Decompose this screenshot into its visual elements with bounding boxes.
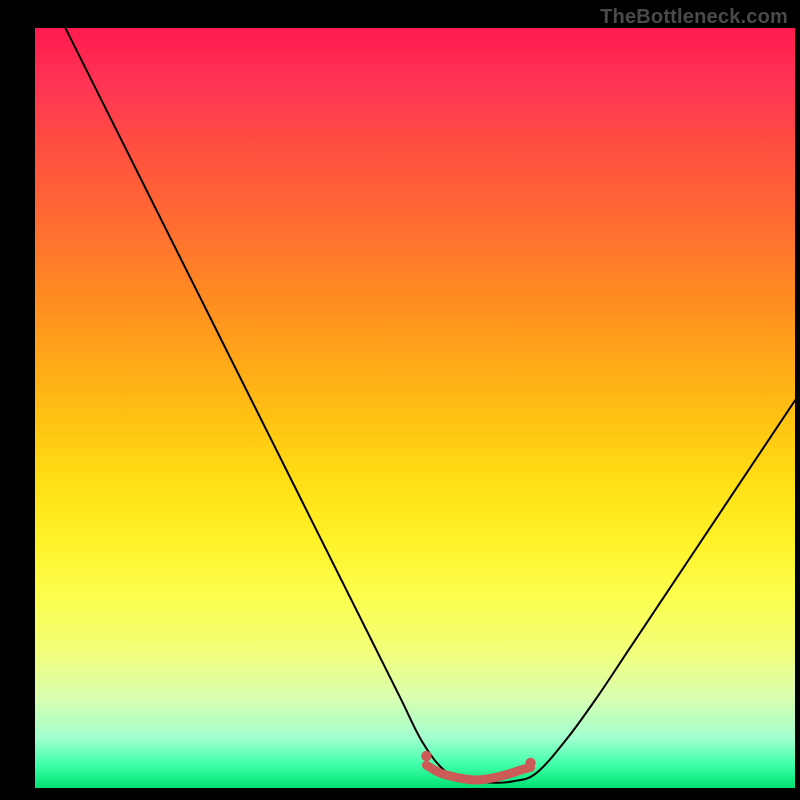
curve-overlay [35,28,795,788]
watermark-text: TheBottleneck.com [600,6,788,29]
plot-area [35,28,795,788]
optimum-marker-end-right [525,758,535,768]
bottleneck-curve [65,28,795,783]
optimum-marker-end-left [421,751,431,761]
chart-frame: TheBottleneck.com [0,0,800,800]
